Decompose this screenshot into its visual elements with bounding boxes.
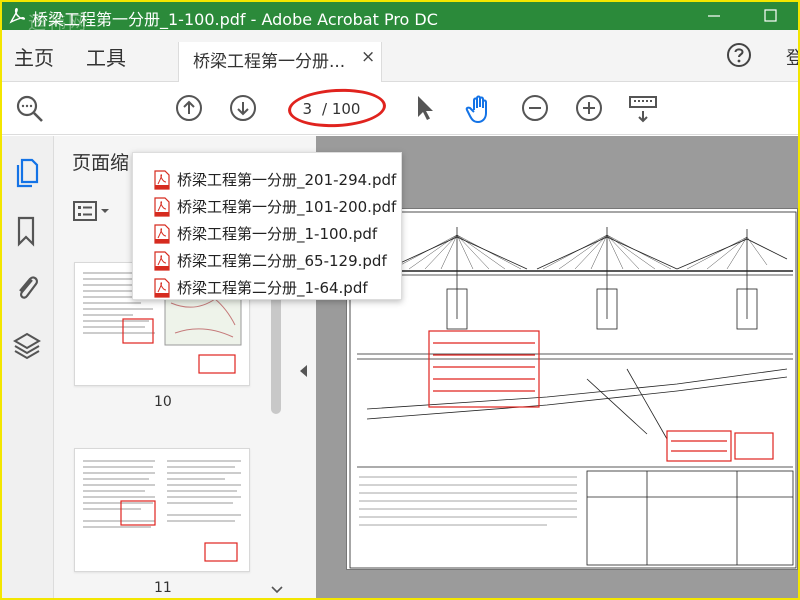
menu-bar: 主页 工具 [2,30,798,82]
magnifier-icon[interactable] [14,93,46,129]
recent-file-name: 桥梁工程第一分册_201-294.pdf [177,171,397,189]
recent-file-item[interactable]: 桥梁工程第二分册_1-64.pdf [133,274,403,301]
recent-files-dropdown: 桥梁工程第一分册_201-294.pdf 桥梁工程第一分册_101-200.pd… [132,152,402,300]
recent-file-item[interactable]: 桥梁工程第一分册_1-100.pdf [133,220,403,247]
recent-file-name: 桥梁工程第二分册_65-129.pdf [177,252,387,270]
thumbnail-options-icon[interactable] [72,198,114,228]
pdf-file-icon [153,224,171,248]
minimize-button[interactable] [692,2,736,30]
pdf-file-icon [153,278,171,302]
menu-home[interactable]: 主页 [14,42,54,71]
layers-icon[interactable] [12,328,42,366]
thumbnail-page-number: 11 [154,580,172,596]
recent-file-item[interactable]: 桥梁工程第一分册_101-200.pdf [133,193,403,220]
cursor-icon[interactable] [414,93,436,127]
thumbnail-page-number: 10 [154,394,172,410]
help-icon[interactable] [726,42,752,72]
arrow-down-icon[interactable] [228,93,258,127]
title-bar: 迪祎网 桥梁工程第一分册_1-100.pdf - Adobe Acrobat P… [2,2,798,34]
scrollbar-thumb[interactable] [271,294,281,414]
toolbar: / 100 [2,83,798,135]
acrobat-icon [8,7,26,29]
pdf-file-icon [153,197,171,221]
acrobat-window: 迪祎网 桥梁工程第一分册_1-100.pdf - Adobe Acrobat P… [0,0,800,600]
pdf-page [346,208,798,570]
recent-file-name: 桥梁工程第一分册_101-200.pdf [177,198,397,216]
document-tab[interactable]: 桥梁工程第一分册... × [178,42,382,82]
login-link[interactable]: 登 [786,44,798,70]
pages-icon[interactable] [12,156,42,194]
recent-file-name: 桥梁工程第一分册_1-100.pdf [177,225,378,243]
left-rail [2,136,54,598]
menu-tools[interactable]: 工具 [86,42,126,71]
thumbnail-scrollbar[interactable] [266,264,288,598]
pdf-file-icon [153,170,171,194]
recent-file-item[interactable]: 桥梁工程第一分册_201-294.pdf [133,166,403,193]
keyboard-icon[interactable] [628,93,658,131]
maximize-button[interactable] [748,2,792,30]
hand-icon[interactable] [464,93,496,129]
page-thumbnail[interactable] [74,448,250,572]
panel-title: 页面缩 [72,152,130,174]
zoom-out-icon[interactable] [520,93,550,127]
window-title: 桥梁工程第一分册_1-100.pdf - Adobe Acrobat Pro D… [32,10,438,29]
recent-file-name: 桥梁工程第二分册_1-64.pdf [177,279,368,297]
pdf-file-icon [153,251,171,275]
bookmark-icon[interactable] [12,214,42,252]
tab-close-button[interactable]: × [361,47,375,67]
zoom-in-icon[interactable] [574,93,604,127]
tab-label: 桥梁工程第一分册... [193,52,346,72]
recent-file-item[interactable]: 桥梁工程第二分册_65-129.pdf [133,247,403,274]
arrow-up-icon[interactable] [174,93,204,127]
paperclip-icon[interactable] [12,270,42,308]
